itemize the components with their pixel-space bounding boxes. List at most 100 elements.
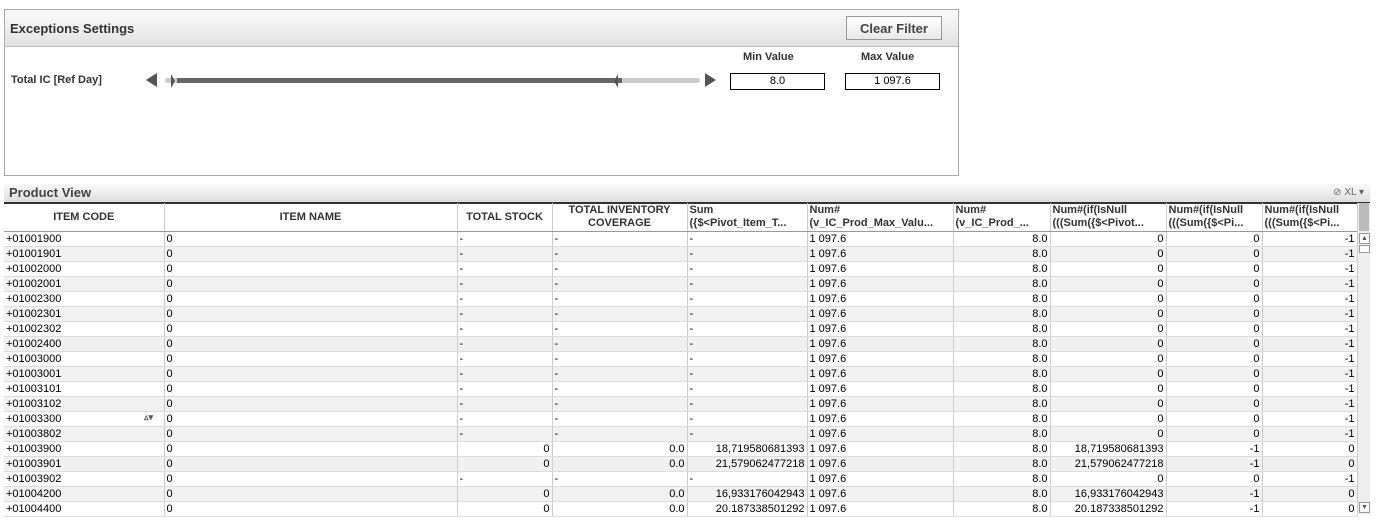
column-header-label: Num#(if(IsNull (((Sum({$<Pi...	[1168, 204, 1244, 229]
table-row[interactable]: +01002300 0- - -1 097.6 8.0 0 0 -1	[4, 291, 1358, 307]
table-cell: 8.0	[953, 336, 1051, 352]
table-cell: -	[687, 261, 808, 277]
slider-right-arrow-icon[interactable]	[705, 73, 716, 87]
table-cell: 8.0	[953, 231, 1051, 247]
table-cell: 0	[164, 276, 458, 292]
table-cell: 0	[457, 501, 553, 517]
table-row[interactable]: +01004200 0 0 0.0 16,933176042943 1 097.6 8.0 1…	[4, 486, 1358, 502]
scroll-down-button[interactable]: ▼	[1359, 502, 1370, 513]
table-cell: 0	[1166, 321, 1263, 337]
table-row[interactable]: +01003300 0- - -1 097.6 8.0 0 0 -1	[4, 411, 1358, 427]
table-cell: -1	[1166, 441, 1263, 457]
column-header[interactable]: Num#(if(IsNull (((Sum({$<Pi...	[1166, 203, 1263, 232]
table-cell: 0	[164, 426, 458, 442]
table-row[interactable]: +01003000 0- - -1 097.6 8.0 0 0 -1	[4, 351, 1358, 367]
scrollbar-thumb[interactable]	[1359, 245, 1370, 253]
table-cell: 8.0	[953, 321, 1051, 337]
table-cell: -	[457, 471, 553, 487]
table-cell: +01004400	[4, 501, 165, 517]
column-header[interactable]: ITEM CODE ▵▾	[4, 203, 165, 422]
table-row[interactable]: +01003001 0- - -1 097.6 8.0 0 0 -1	[4, 366, 1358, 382]
table-row[interactable]: +01003900 0 0 0.0 18,719580681393 1 097.6 8.0 1…	[4, 441, 1358, 457]
table-cell: -1	[1262, 381, 1358, 397]
table-cell: 1 097.6	[807, 381, 954, 397]
table-row[interactable]: +01001901 0- - -1 097.6 8.0 0 0 -1	[4, 246, 1358, 262]
table-cell: 0	[1166, 381, 1263, 397]
table-cell: 0	[1050, 426, 1167, 442]
column-header-label: Num# (v_IC_Prod_...	[955, 204, 1029, 229]
max-value-input[interactable]: 1 097.6	[845, 73, 940, 90]
table-cell: -	[552, 246, 688, 262]
slider-max-handle[interactable]	[614, 74, 618, 88]
table-cell: 0	[1166, 291, 1263, 307]
table-cell: 8.0	[953, 456, 1051, 472]
table-cell: -	[687, 381, 808, 397]
slider-left-arrow-icon[interactable]	[146, 73, 157, 87]
table-cell: 16,933176042943	[1050, 486, 1167, 502]
table-cell: -1	[1262, 336, 1358, 352]
table-cell: 0	[1050, 336, 1167, 352]
table-row[interactable]: +01001900 0- - -1 097.6 8.0 0 0 -1	[4, 231, 1358, 247]
scroll-up-button[interactable]: ▲	[1359, 233, 1370, 244]
table-row[interactable]: +01002302 0- - -1 097.6 8.0 0 0 -1	[4, 321, 1358, 337]
table-cell: 0	[164, 336, 458, 352]
table-cell: 0	[1166, 306, 1263, 322]
table-cell: -1	[1262, 261, 1358, 277]
table-cell: -	[687, 471, 808, 487]
slider-selected-range[interactable]	[177, 78, 622, 83]
table-cell: 0	[164, 501, 458, 517]
column-header[interactable]: ITEM NAME	[164, 203, 458, 232]
table-cell: 0	[1166, 426, 1263, 442]
column-header[interactable]: Sum ({$<Pivot_Item_T...	[687, 203, 808, 232]
slider-label: Total IC [Ref Day]	[11, 74, 102, 86]
table-row[interactable]: +01003102 0- - -1 097.6 8.0 0 0 -1	[4, 396, 1358, 412]
table-row[interactable]: +01002000 0- - -1 097.6 8.0 0 0 -1	[4, 261, 1358, 277]
product-view-header: Product View ⊘ XL ▾	[4, 184, 1370, 204]
vertical-scrollbar[interactable]: ▲ ▼	[1357, 203, 1370, 514]
table-row[interactable]: +01002301 0- - -1 097.6 8.0 0 0 -1	[4, 306, 1358, 322]
table-cell: 18,719580681393	[687, 441, 808, 457]
column-header[interactable]: TOTAL STOCK	[457, 203, 553, 232]
table-cell: 1 097.6	[807, 276, 954, 292]
table-cell: 1 097.6	[807, 321, 954, 337]
table-cell: 20.187338501292	[687, 501, 808, 517]
table-cell: 0	[164, 306, 458, 322]
clear-filter-button[interactable]: Clear Filter	[846, 16, 942, 40]
table-cell: 1 097.6	[807, 306, 954, 322]
table-cell: 1 097.6	[807, 291, 954, 307]
table-cell: +01003101	[4, 381, 165, 397]
table-row[interactable]: +01003901 0 0 0.0 21,579062477218 1 097.6 8.0 2…	[4, 456, 1358, 472]
table-cell: -	[687, 231, 808, 247]
table-cell: 0	[1050, 381, 1167, 397]
table-cell: 1 097.6	[807, 441, 954, 457]
column-header[interactable]: Num#(if(IsNull (((Sum({$<Pi...	[1262, 203, 1358, 232]
column-header[interactable]: Num# (v_IC_Prod_...	[953, 203, 1051, 232]
slider-min-handle[interactable]	[171, 74, 175, 88]
table-cell: 8.0	[953, 396, 1051, 412]
table-cell: 8.0	[953, 381, 1051, 397]
min-value-label: Min Value	[743, 51, 794, 63]
table-row[interactable]: +01003802 0- - -1 097.6 8.0 0 0 -1	[4, 426, 1358, 442]
table-cell: -	[552, 411, 688, 427]
table-row[interactable]: +01004400 0 0 0.0 20.187338501292 1 097.6 8.0 2…	[4, 501, 1358, 517]
table-cell: -	[457, 381, 553, 397]
export-xl-button[interactable]: ⊘ XL ▾	[1333, 187, 1364, 198]
column-header[interactable]: TOTAL INVENTORY COVERAGE	[552, 203, 688, 232]
table-cell: 1 097.6	[807, 366, 954, 382]
table-cell: 0	[457, 441, 553, 457]
table-cell: -	[687, 276, 808, 292]
table-row[interactable]: +01003101 0- - -1 097.6 8.0 0 0 -1	[4, 381, 1358, 397]
table-row[interactable]: +01003902 0- - -1 097.6 8.0 0 0 -1	[4, 471, 1358, 487]
column-header[interactable]: Num# (v_IC_Prod_Max_Valu...	[807, 203, 954, 232]
table-cell: +01003102	[4, 396, 165, 412]
table-cell: 0.0	[552, 456, 688, 472]
table-cell: 1 097.6	[807, 261, 954, 277]
max-value-label: Max Value	[861, 51, 915, 63]
table-cell: -	[687, 351, 808, 367]
table-row[interactable]: +01002400 0- - -1 097.6 8.0 0 0 -1	[4, 336, 1358, 352]
table-cell: -	[552, 336, 688, 352]
min-value-input[interactable]: 8.0	[730, 73, 825, 90]
table-row[interactable]: +01002001 0- - -1 097.6 8.0 0 0 -1	[4, 276, 1358, 292]
column-header[interactable]: Num#(if(IsNull (((Sum({$<Pivot...	[1050, 203, 1167, 232]
table-cell: 0	[164, 456, 458, 472]
